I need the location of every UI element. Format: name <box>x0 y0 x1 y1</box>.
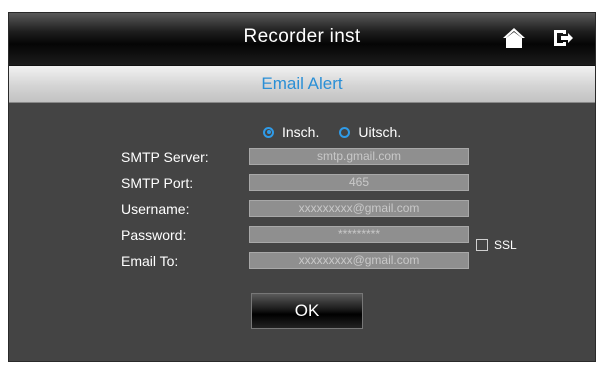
alert-toggle: Insch. Uitsch. <box>263 123 421 141</box>
password-label: Password: <box>121 227 187 243</box>
username-label: Username: <box>121 201 190 217</box>
ssl-option[interactable]: SSL <box>476 238 517 252</box>
smtp-server-label: SMTP Server: <box>121 149 209 165</box>
email-to-field[interactable]: xxxxxxxxx@gmail.com <box>249 252 469 269</box>
smtp-server-field[interactable]: smtp.gmail.com <box>249 148 469 165</box>
password-field[interactable]: ********* <box>249 226 469 243</box>
ssl-label: SSL <box>494 238 517 252</box>
dialog-window: Recorder inst Email Alert Insch. Uitsch.… <box>8 12 596 362</box>
radio-off-indicator[interactable] <box>339 126 351 138</box>
ssl-checkbox[interactable] <box>476 239 488 251</box>
radio-on-label: Insch. <box>282 124 320 140</box>
back-icon[interactable] <box>552 28 574 48</box>
radio-option-off[interactable]: Uitsch. <box>339 124 401 140</box>
radio-off-label: Uitsch. <box>358 124 402 140</box>
section-title: Email Alert <box>261 74 343 93</box>
home-icon[interactable] <box>502 27 526 49</box>
email-to-label: Email To: <box>121 253 179 269</box>
smtp-port-label: SMTP Port: <box>121 175 194 191</box>
username-field[interactable]: xxxxxxxxx@gmail.com <box>249 200 469 217</box>
radio-option-on[interactable]: Insch. <box>263 124 319 140</box>
smtp-port-field[interactable]: 465 <box>249 174 469 191</box>
title-bar: Recorder inst <box>9 13 595 66</box>
radio-on-indicator[interactable] <box>263 126 274 138</box>
ok-button[interactable]: OK <box>251 293 363 329</box>
section-header: Email Alert <box>9 66 595 103</box>
